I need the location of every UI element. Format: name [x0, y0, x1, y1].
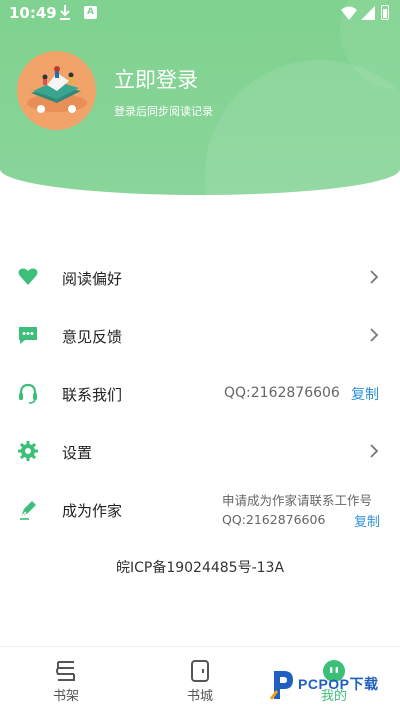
pcpop-watermark: PCPOP下载 [268, 666, 393, 704]
chevron-right-icon [370, 444, 379, 458]
app-notification-icon: A [84, 6, 97, 19]
tab-label: 书城 [186, 689, 213, 704]
writer-apply-hint: 申请成为作家请联系工作号 [222, 493, 373, 508]
avatar[interactable] [17, 51, 96, 130]
heart-icon [18, 268, 38, 285]
pen-icon [20, 501, 36, 520]
bookshelf-icon [56, 661, 75, 681]
menu-label: 阅读偏好 [62, 270, 123, 288]
watermark-text: PCPOP下载 [298, 676, 379, 692]
menu-item-become-writer: 成为作家 [0, 480, 400, 538]
menu-item-settings[interactable]: 设置 [0, 422, 400, 480]
menu-item-feedback[interactable]: 意见反馈 [0, 306, 400, 364]
menu-item-contact-us: 联系我们 QQ:2162876606 复制 [0, 364, 400, 422]
menu-item-reading-preference[interactable]: 阅读偏好 [0, 248, 400, 306]
writer-qq-number: QQ:2162876606 [222, 512, 326, 527]
gear-icon [18, 441, 38, 461]
icp-license: 皖ICP备19024485号-13A [115, 560, 285, 576]
download-icon [60, 5, 70, 20]
avatar-illustration [27, 66, 87, 113]
menu-label: 设置 [62, 444, 93, 462]
copy-writer-qq-button[interactable]: 复制 [354, 511, 380, 530]
chevron-right-icon [370, 270, 379, 284]
pcpop-logo-icon [269, 671, 293, 700]
tab-label: 书架 [52, 689, 79, 704]
headset-icon [19, 383, 37, 404]
menu-label: 联系我们 [62, 386, 123, 404]
copy-qq-button[interactable]: 复制 [351, 384, 379, 404]
contact-qq-number: QQ:2162876606 [224, 385, 340, 401]
login-title[interactable]: 立即登录 [114, 64, 198, 94]
chat-bubble-icon [19, 327, 37, 344]
book-icon [191, 660, 209, 682]
menu-label: 成为作家 [62, 502, 123, 520]
wifi-icon [341, 6, 357, 20]
status-time: 10:49 [9, 4, 57, 22]
tab-bookstore[interactable]: 书城 [160, 647, 240, 711]
profile-header: 10:49 A 立即登录 登录后同步阅读记录 [0, 0, 400, 195]
cell-signal-icon [361, 6, 375, 20]
battery-icon [381, 5, 389, 20]
status-bar: 10:49 A [0, 0, 400, 28]
menu-label: 意见反馈 [62, 328, 123, 346]
tab-bookshelf[interactable]: 书架 [26, 647, 106, 711]
chevron-right-icon [370, 328, 379, 342]
login-subtitle: 登录后同步阅读记录 [114, 105, 213, 118]
